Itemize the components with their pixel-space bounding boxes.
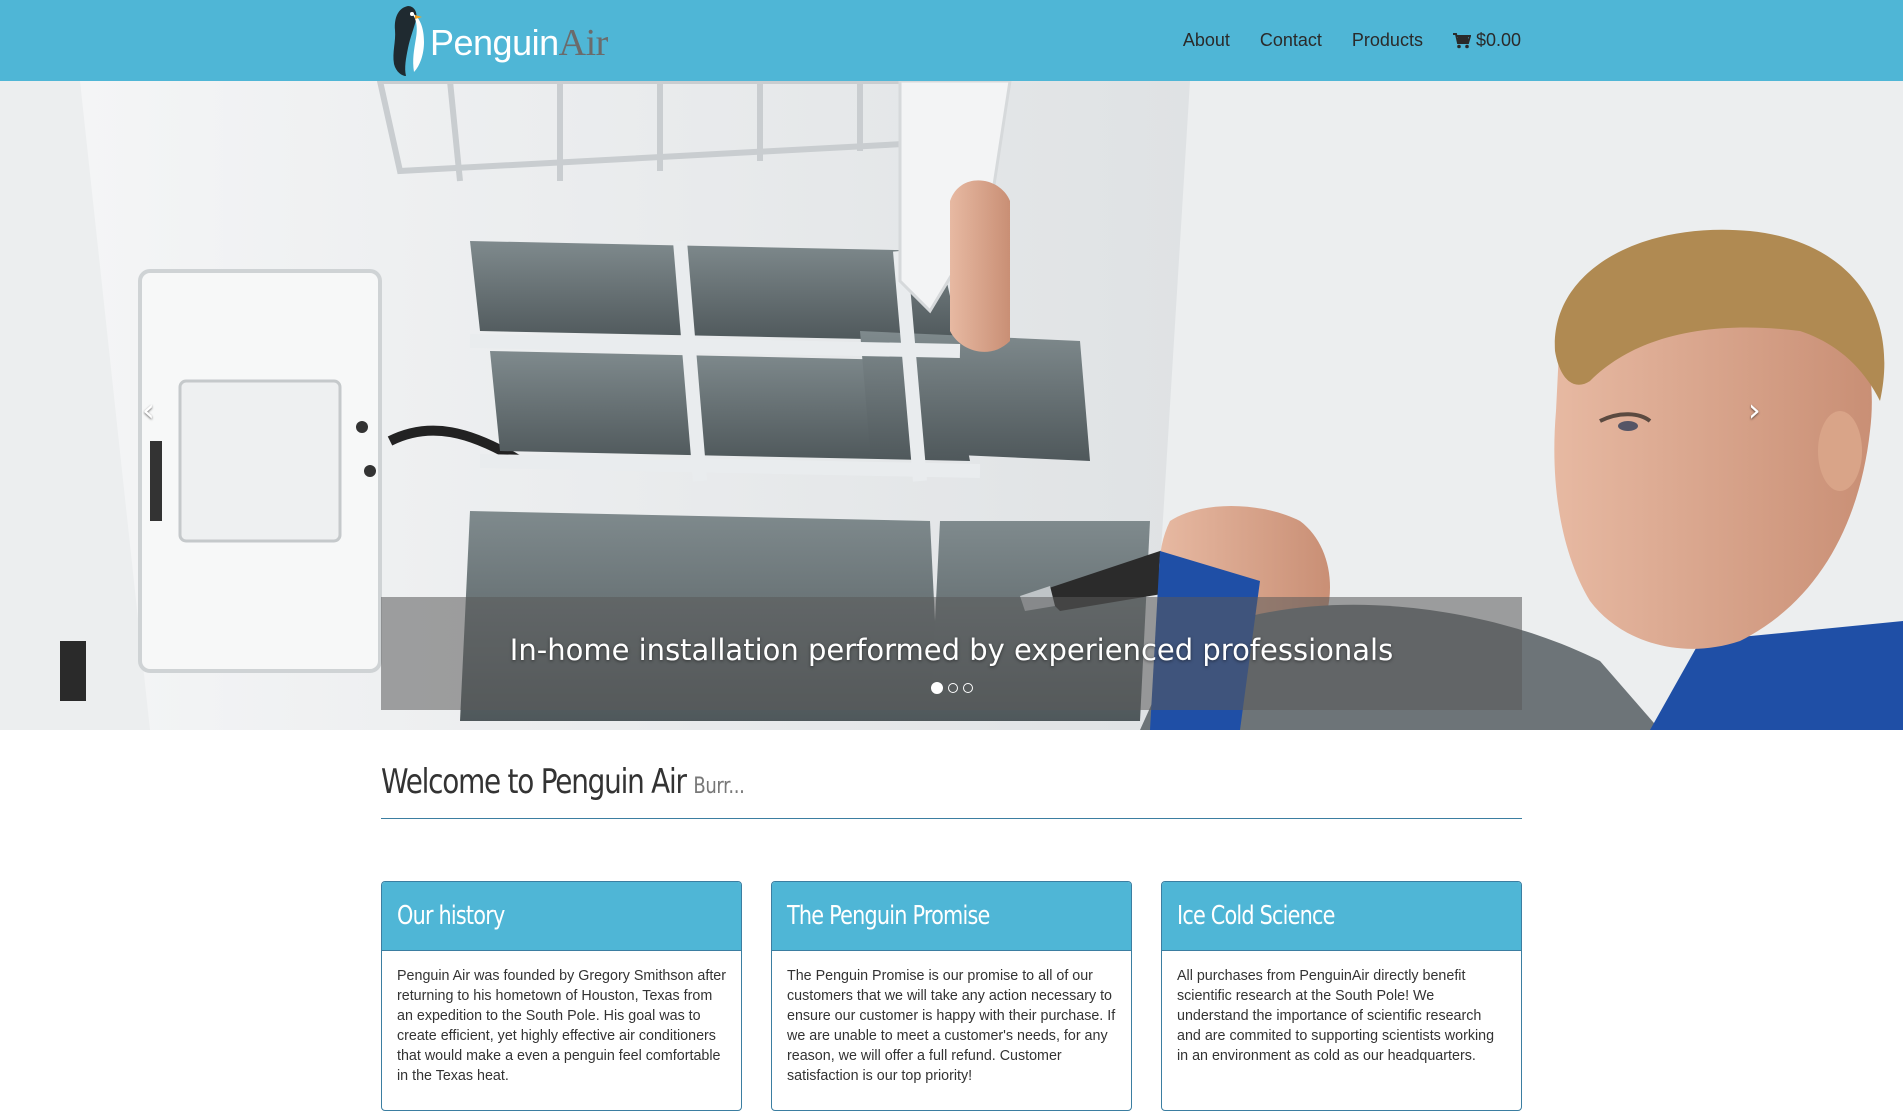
- carousel-indicator-2[interactable]: [947, 683, 958, 693]
- carousel-indicators: [381, 682, 1522, 694]
- welcome-title: Welcome to Penguin Air: [381, 762, 687, 802]
- carousel-next-button[interactable]: ›: [1748, 391, 1761, 429]
- card-title: The Penguin Promise: [787, 901, 990, 931]
- nav-about[interactable]: About: [1183, 30, 1230, 51]
- carousel-caption: In-home installation performed by experi…: [509, 633, 1394, 667]
- cart-total: $0.00: [1475, 30, 1521, 50]
- hero-carousel: ‹ › In-home installation performed by ex…: [0, 81, 1903, 730]
- feature-cards: Our history Penguin Air was founded by G…: [381, 881, 1522, 1111]
- card-header: Our history: [382, 882, 741, 951]
- card-body: All purchases from PenguinAir directly b…: [1177, 968, 1495, 1064]
- welcome-header: Welcome to Penguin Air Burr...: [381, 762, 1522, 819]
- carousel-caption-box: In-home installation performed by experi…: [381, 597, 1522, 710]
- card-penguin-promise: The Penguin Promise The Penguin Promise …: [771, 881, 1132, 1111]
- card-ice-cold-science: Ice Cold Science All purchases from Peng…: [1161, 881, 1522, 1111]
- welcome-subtitle: Burr...: [693, 774, 745, 799]
- carousel-indicator-1[interactable]: [930, 682, 943, 694]
- nav-contact[interactable]: Contact: [1260, 30, 1322, 51]
- card-our-history: Our history Penguin Air was founded by G…: [381, 881, 742, 1111]
- top-navbar: PenguinAir About Contact Products $0.00: [0, 0, 1903, 81]
- card-header: Ice Cold Science: [1162, 882, 1521, 951]
- page-title: Welcome to Penguin Air Burr...: [381, 762, 1317, 802]
- carousel-prev-button[interactable]: ‹: [142, 391, 155, 429]
- nav-products[interactable]: Products: [1352, 30, 1423, 51]
- cart-icon: [1452, 32, 1471, 48]
- brand-logo-link[interactable]: PenguinAir: [386, 2, 608, 78]
- card-header: The Penguin Promise: [772, 882, 1131, 951]
- main-nav: About Contact Products $0.00: [1153, 0, 1521, 81]
- brand-name-part2: Air: [558, 22, 609, 64]
- brand-name-part1: Penguin: [430, 22, 559, 63]
- penguin-icon: [393, 6, 424, 76]
- card-title: Ice Cold Science: [1177, 901, 1335, 931]
- card-title: Our history: [397, 901, 505, 931]
- carousel-indicator-3[interactable]: [962, 683, 973, 693]
- nav-cart[interactable]: $0.00: [1452, 30, 1521, 51]
